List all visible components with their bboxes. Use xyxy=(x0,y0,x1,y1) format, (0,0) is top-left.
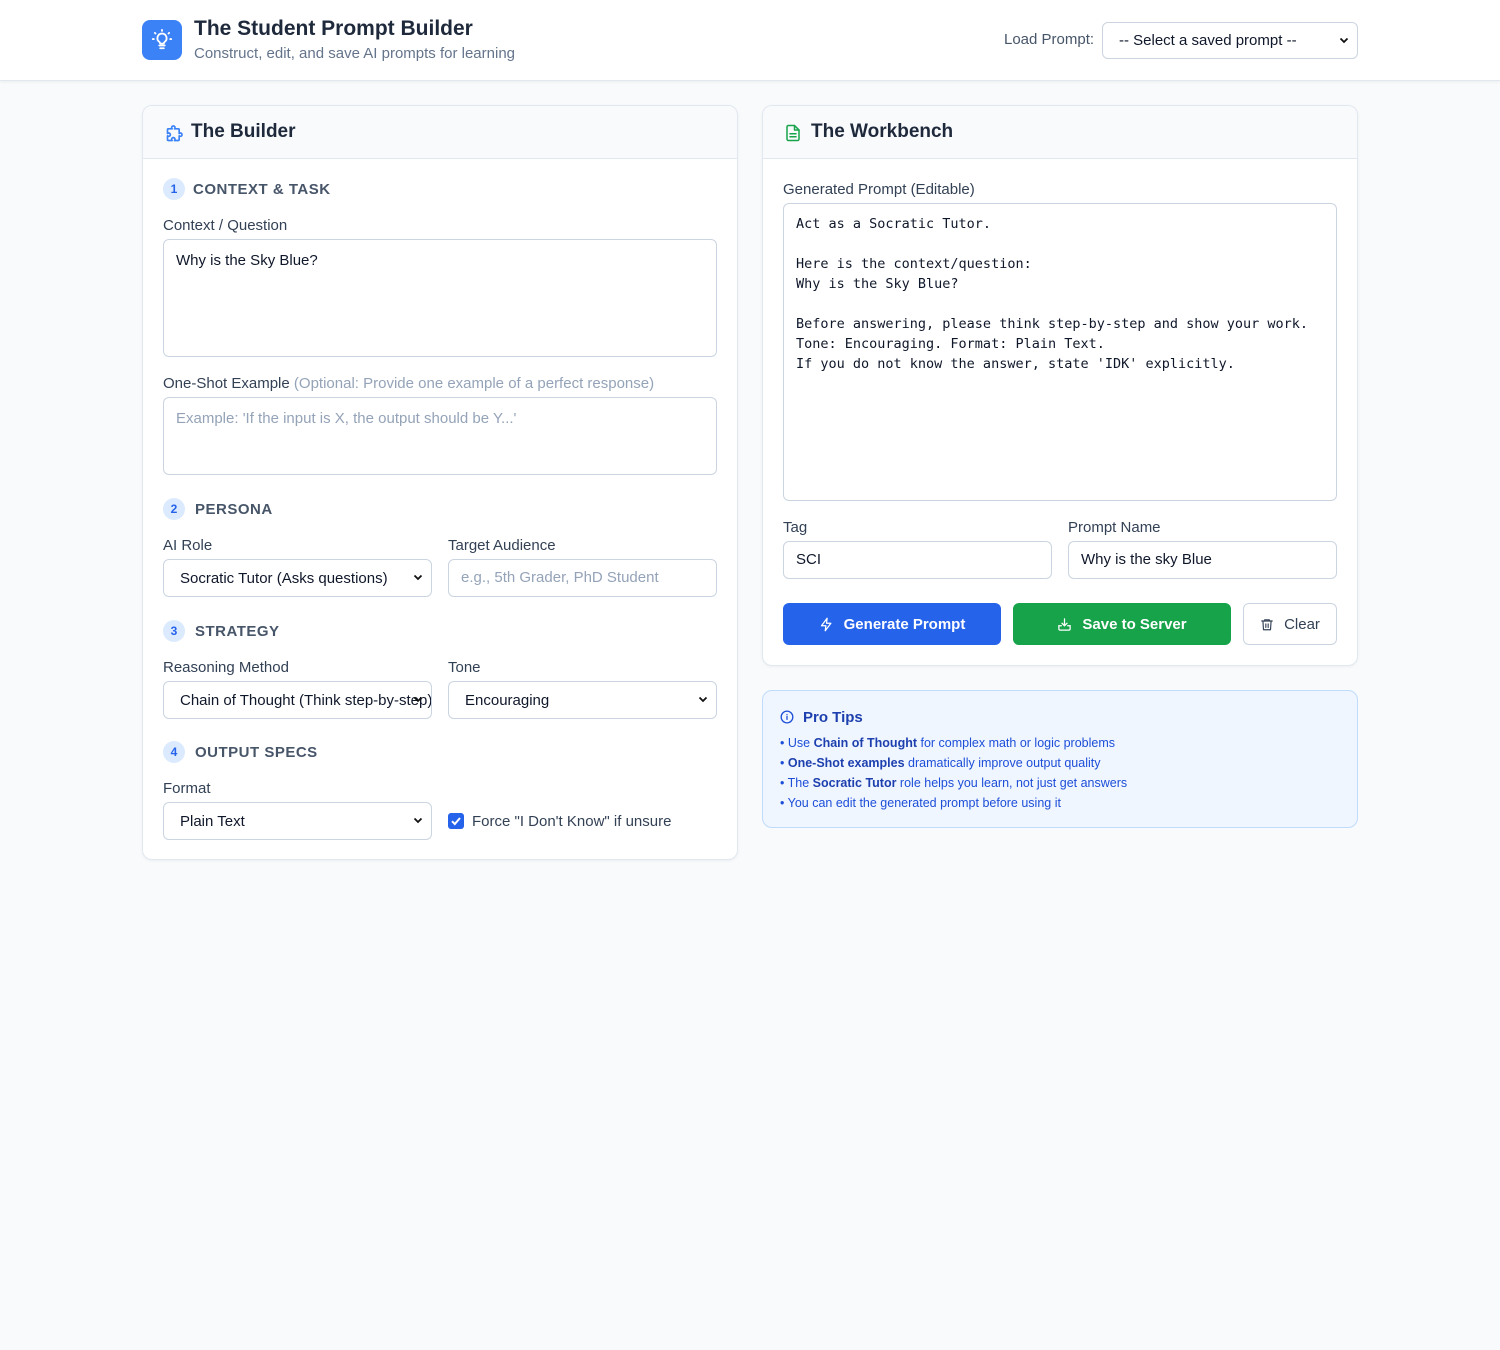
ai-role-select[interactable]: Socratic Tutor (Asks questions) xyxy=(163,559,432,597)
step-number-1: 1 xyxy=(163,178,185,200)
ai-role-select-value: Socratic Tutor (Asks questions) xyxy=(180,569,388,587)
lightning-icon xyxy=(820,617,832,631)
reasoning-select[interactable]: Chain of Thought (Think step-by-step) xyxy=(163,681,432,719)
reasoning-label: Reasoning Method xyxy=(163,659,289,676)
context-textarea[interactable]: Why is the Sky Blue? xyxy=(163,239,717,357)
format-select-value: Plain Text xyxy=(180,812,245,830)
audience-input[interactable]: e.g., 5th Grader, PhD Student xyxy=(448,559,717,597)
tip-item: • You can edit the generated prompt befo… xyxy=(780,796,1061,810)
builder-card-header: The Builder xyxy=(143,106,737,159)
generate-prompt-button[interactable]: Generate Prompt xyxy=(783,603,1001,645)
load-prompt-label: Load Prompt: xyxy=(1004,31,1095,48)
pro-tips-title: Pro Tips xyxy=(803,709,863,726)
load-prompt-select[interactable]: -- Select a saved prompt -- xyxy=(1102,22,1358,59)
info-icon xyxy=(780,710,794,724)
trash-icon xyxy=(1261,618,1273,630)
format-label: Format xyxy=(163,780,211,797)
workbench-card: The Workbench Generated Prompt (Editable… xyxy=(762,105,1358,666)
format-select[interactable]: Plain Text xyxy=(163,802,432,840)
prompt-name-input[interactable]: Why is the sky Blue xyxy=(1068,541,1337,579)
save-to-server-button-label: Save to Server xyxy=(1082,615,1187,633)
oneshot-hint: (Optional: Provide one example of a perf… xyxy=(293,375,655,392)
step-number-4: 4 xyxy=(163,741,185,763)
tag-label: Tag xyxy=(783,519,808,536)
tone-select[interactable]: Encouraging xyxy=(448,681,717,719)
chevron-down-icon xyxy=(1339,37,1349,43)
idk-checkbox-label[interactable]: Force "I Don't Know" if unsure xyxy=(472,813,671,830)
idk-checkbox[interactable] xyxy=(448,813,464,829)
tip-item: • Use Chain of Thought for complex math … xyxy=(780,736,1116,750)
tag-input[interactable]: SCI xyxy=(783,541,1052,579)
chevron-down-icon xyxy=(698,696,708,703)
tip-item: • The Socratic Tutor role helps you lear… xyxy=(780,776,1128,790)
header-bar: The Student Prompt Builder Construct, ed… xyxy=(0,0,1500,81)
clear-button-label: Clear xyxy=(1284,615,1320,633)
step-number-3: 3 xyxy=(163,620,185,642)
load-prompt-select-value: -- Select a saved prompt -- xyxy=(1119,32,1297,49)
checkmark-icon xyxy=(451,817,461,826)
workbench-title: The Workbench xyxy=(811,121,954,142)
builder-title: The Builder xyxy=(191,121,296,142)
section-title-strategy: STRATEGY xyxy=(195,623,280,640)
workbench-card-header: The Workbench xyxy=(763,106,1357,159)
generated-prompt-label: Generated Prompt (Editable) xyxy=(783,181,975,198)
section-title-persona: PERSONA xyxy=(195,501,273,518)
puzzle-icon xyxy=(166,125,183,142)
document-icon xyxy=(786,124,800,142)
lightbulb-logo-icon xyxy=(142,20,182,60)
chevron-down-icon xyxy=(413,574,423,581)
generate-prompt-button-label: Generate Prompt xyxy=(843,615,966,633)
context-label: Context / Question xyxy=(163,217,288,234)
generated-prompt-textarea[interactable]: Act as a Socratic Tutor. Here is the con… xyxy=(783,203,1337,501)
pro-tips-panel: Pro Tips • Use Chain of Thought for comp… xyxy=(762,690,1358,828)
prompt-name-label: Prompt Name xyxy=(1068,519,1161,536)
app-subtitle: Construct, edit, and save AI prompts for… xyxy=(194,45,515,62)
app-title: The Student Prompt Builder xyxy=(194,17,473,40)
save-download-icon xyxy=(1058,617,1072,631)
chevron-down-icon xyxy=(413,817,423,824)
audience-label: Target Audience xyxy=(448,537,556,554)
save-to-server-button[interactable]: Save to Server xyxy=(1013,603,1231,645)
oneshot-textarea[interactable]: Example: 'If the input is X, the output … xyxy=(163,397,717,475)
reasoning-select-value: Chain of Thought (Think step-by-step) xyxy=(180,691,431,709)
chevron-down-icon xyxy=(413,696,423,703)
oneshot-label-text: One-Shot Example xyxy=(163,375,290,392)
oneshot-label: One-Shot Example (Optional: Provide one … xyxy=(163,375,654,392)
section-title-output: OUTPUT SPECS xyxy=(195,744,318,761)
tone-select-value: Encouraging xyxy=(465,691,550,709)
builder-card: The Builder 1 CONTEXT & TASK Context / Q… xyxy=(142,105,738,860)
section-title-context: CONTEXT & TASK xyxy=(193,181,331,198)
step-number-2: 2 xyxy=(163,498,185,520)
ai-role-label: AI Role xyxy=(163,537,213,554)
tip-item: • One-Shot examples dramatically improve… xyxy=(780,756,1101,770)
clear-button[interactable]: Clear xyxy=(1243,603,1337,645)
tone-label: Tone xyxy=(448,659,481,676)
